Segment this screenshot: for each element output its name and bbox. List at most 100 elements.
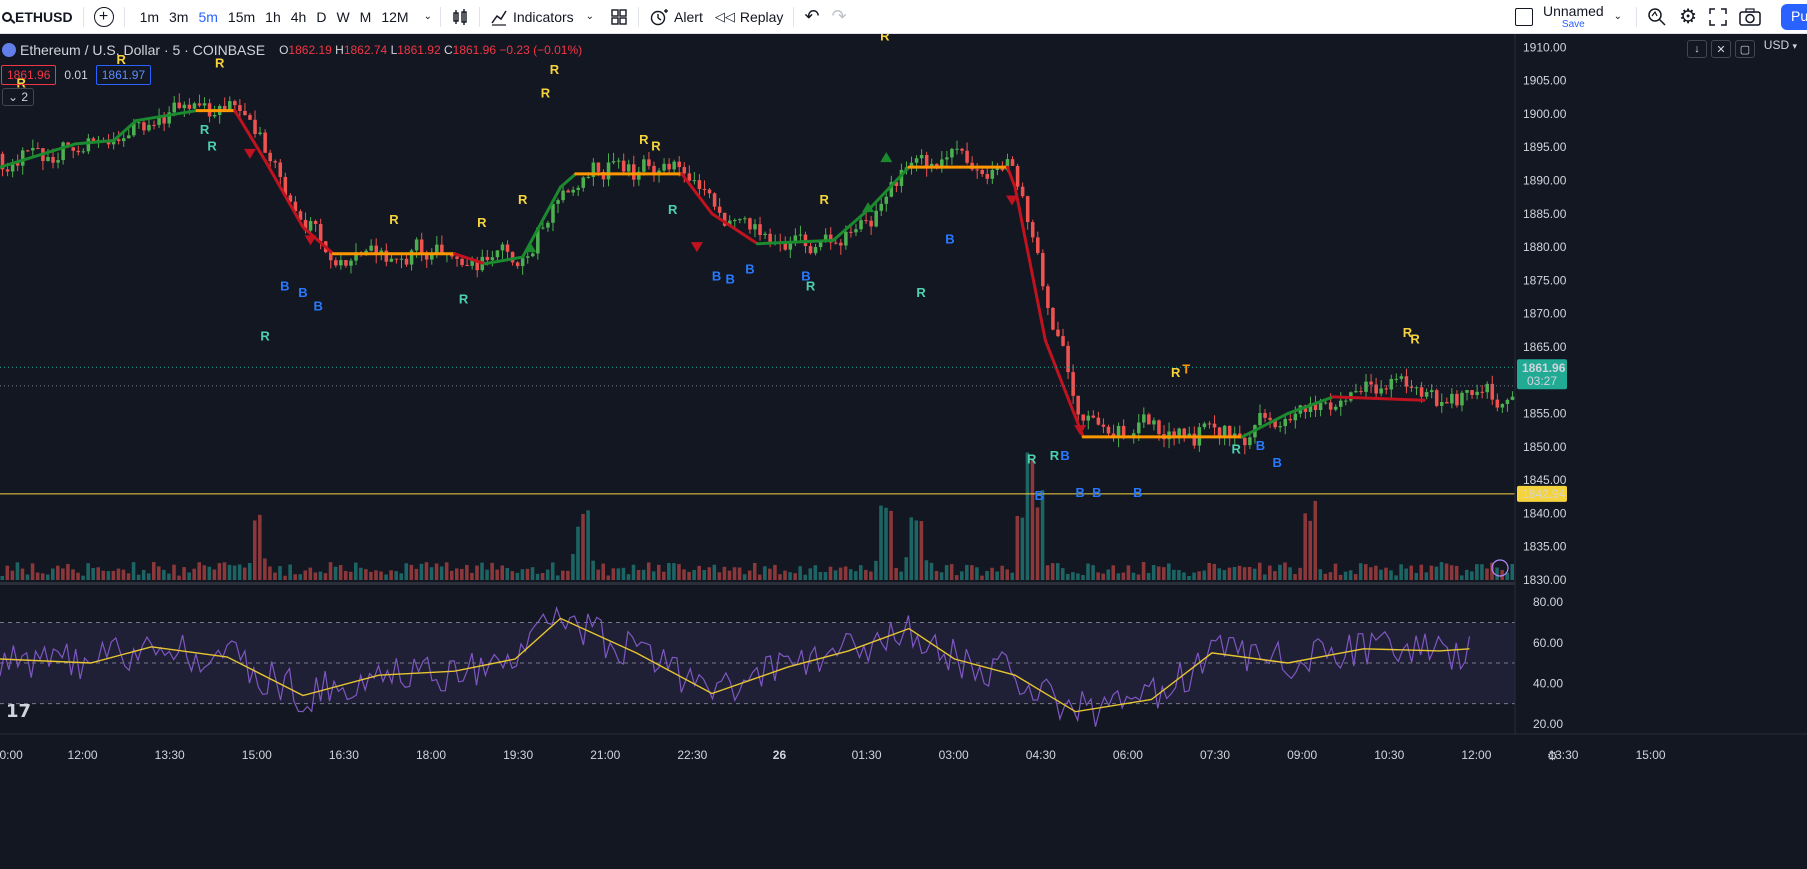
time-tick-label: 22:30	[677, 748, 707, 762]
maximize-icon[interactable]: ▢	[1735, 40, 1755, 58]
timeframe-12M[interactable]: 12M	[376, 9, 413, 25]
fullscreen-button[interactable]	[1703, 0, 1733, 34]
volume-bar	[586, 510, 590, 580]
snapshot-button[interactable]	[1733, 0, 1767, 34]
volume-bar	[146, 573, 151, 580]
rewind-icon: ◁◁	[714, 8, 735, 24]
volume-bar	[495, 569, 499, 580]
trend-line-segment	[453, 252, 487, 266]
candle-body	[985, 174, 990, 179]
candle-body	[20, 150, 25, 166]
volume-bar	[470, 572, 474, 580]
candle-body	[919, 155, 924, 159]
alert-button[interactable]: Alert	[643, 0, 709, 34]
currency-selector[interactable]: USD ▾	[1764, 38, 1797, 52]
timeframe-4h[interactable]: 4h	[286, 9, 312, 25]
timeframe-dropdown[interactable]: ⌄	[420, 0, 436, 34]
candle-body	[1323, 402, 1328, 404]
publish-button[interactable]: Pu	[1781, 4, 1807, 30]
candle-body	[313, 220, 318, 225]
trend-line-segment	[1331, 395, 1426, 402]
timeframe-1h[interactable]: 1h	[260, 9, 286, 25]
volume-bar	[687, 571, 691, 580]
volume-bar	[1495, 567, 1499, 580]
timeframe-D[interactable]: D	[311, 9, 331, 25]
candle-body	[1283, 418, 1287, 427]
quick-search-button[interactable]	[1641, 0, 1673, 34]
settings-button[interactable]: ⚙	[1673, 0, 1703, 34]
candle-body	[616, 160, 621, 162]
change-value: −0.23 (−0.01%)	[499, 43, 583, 57]
trend-line-segment	[559, 172, 578, 189]
candle-body	[1379, 388, 1383, 394]
triangle-down-icon	[1074, 425, 1087, 436]
volume-bar	[318, 571, 323, 580]
volume-bar	[773, 564, 777, 580]
volume-bar	[359, 567, 363, 580]
arrow-down-icon[interactable]: ↓	[1687, 40, 1707, 58]
volume-bar	[510, 571, 515, 580]
lightning-icon	[1491, 559, 1509, 577]
layout-save-button[interactable]: Unnamed Save ⌄	[1509, 0, 1632, 34]
timeframe-1m[interactable]: 1m	[135, 9, 164, 25]
price-tick-label: 1905.00	[1523, 74, 1567, 88]
candle-body	[455, 256, 459, 259]
collapse-icon[interactable]: ✕	[1711, 40, 1731, 58]
series-legend[interactable]: Ethereum / U.S. Dollar · 5 · COINBASE O1…	[2, 42, 582, 58]
indicators-label: Indicators	[512, 8, 574, 25]
volume-bar	[126, 573, 131, 580]
compare-button[interactable]: +	[88, 0, 120, 34]
timeframe-3m[interactable]: 3m	[164, 9, 193, 25]
chart-type-button[interactable]	[445, 0, 475, 34]
bar-countdown-label: 03:27	[1527, 374, 1557, 388]
candle-body	[1015, 165, 1020, 187]
volume-bar	[1399, 564, 1403, 580]
tradingview-logo[interactable]: 17	[6, 701, 31, 722]
volume-bar	[1151, 565, 1156, 580]
volume-bar	[525, 568, 530, 580]
chart-canvas[interactable]: RR RRRB BBRR RRRRRR RRB BB BRRRBRRBR BB B BR TR BBR…	[0, 34, 1807, 869]
volume-bar	[788, 572, 792, 580]
candle-body	[1394, 378, 1399, 380]
chart-pane[interactable]: RRRRRBBBRRRRRRRRRRBBBBRRRBRRBRBBBBRTRBBR…	[0, 34, 1807, 869]
timeframe-5m[interactable]: 5m	[193, 9, 222, 25]
volume-bar	[934, 570, 939, 580]
timeframe-15m[interactable]: 15m	[223, 9, 260, 25]
undo-button[interactable]: ↶	[798, 0, 825, 34]
symbol-search-button[interactable]: ETHUSD	[0, 0, 79, 34]
volume-bar	[944, 565, 949, 580]
volume-bar	[768, 568, 772, 580]
volume-bar	[15, 562, 20, 580]
volume-bar	[853, 571, 858, 580]
volume-bar	[778, 574, 782, 580]
timeframe-group: 1m 3m 5m 15m 1h 4h D W M 12M	[129, 0, 420, 34]
volume-bar	[1061, 568, 1065, 580]
volume-bar	[51, 568, 55, 580]
candle-body	[682, 167, 687, 174]
sell-button[interactable]: 1861.96	[1, 65, 57, 85]
volume-bar	[1232, 566, 1237, 580]
timeframe-M[interactable]: M	[355, 9, 377, 25]
indicator-count: 2	[21, 90, 29, 104]
volume-bar	[909, 517, 914, 580]
volume-bar	[1177, 570, 1181, 580]
replay-button[interactable]: ◁◁ Replay	[709, 0, 790, 34]
indicators-collapse-button[interactable]: ⌄ 2	[2, 88, 35, 106]
candle-body	[1046, 286, 1050, 308]
templates-button[interactable]	[604, 0, 634, 34]
volume-bar	[106, 571, 111, 580]
buy-button[interactable]: 1861.97	[95, 65, 152, 85]
volume-bar	[848, 569, 853, 580]
volume-bar	[354, 562, 358, 580]
candle-body	[147, 124, 151, 131]
indicators-button[interactable]: Indicators ⌄	[484, 0, 604, 34]
redo-button[interactable]: ↷	[826, 0, 853, 34]
volume-bar	[1257, 562, 1262, 580]
volume-bar	[1369, 567, 1373, 580]
candle-body	[414, 239, 419, 251]
volume-bar	[217, 563, 222, 580]
timeframe-W[interactable]: W	[331, 9, 354, 25]
candle-body	[677, 161, 681, 168]
candle-body	[879, 203, 883, 211]
volume-bar	[369, 571, 373, 580]
